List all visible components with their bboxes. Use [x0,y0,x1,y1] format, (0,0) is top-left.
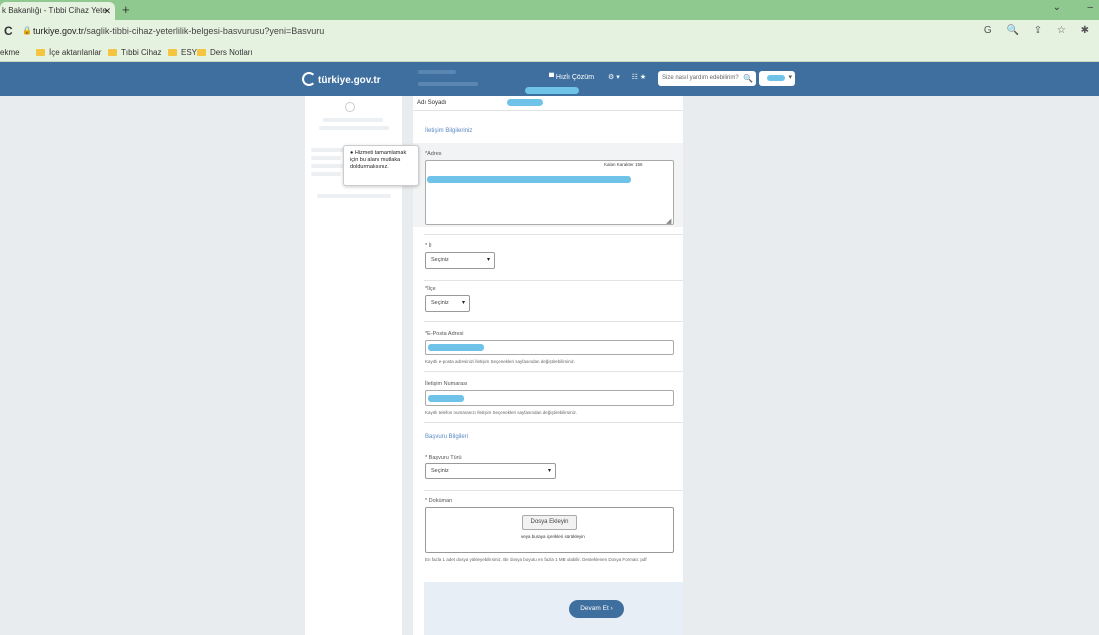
address-value-redacted [427,176,631,183]
logo-icon [302,72,316,86]
divider [424,490,683,491]
folder-icon [197,49,206,56]
bookmark-item[interactable]: Tıbbi Cihaz [108,48,161,57]
redacted-header-info [525,87,579,94]
header-nav: ▀ Hızlı Çözüm ⚙ ▾ ☷ ★ [549,73,646,81]
new-tab-icon[interactable]: + [122,1,130,19]
chevron-down-icon[interactable]: ⌄ [1053,2,1061,13]
chevron-down-icon: ▾ [486,257,490,263]
address-label: *Adres [425,151,442,157]
folder-icon [108,49,117,56]
lock-icon: 🔒 [22,26,32,35]
header-search-input[interactable]: Size nasıl yardım edebilirim? 🔍 [658,71,756,86]
add-file-button[interactable]: Dosya Ekleyin [522,515,577,530]
minimize-icon[interactable]: – [1087,2,1093,13]
phone-hint: Kayıtlı telefon numaranızı İletişim Seçe… [425,410,578,415]
city-label: * İl [425,243,432,249]
site-logo[interactable]: türkiye.gov.tr [302,72,381,86]
url-host: turkiye.gov.tr [33,26,84,36]
tab-title: k Bakanlığı - Tıbbi Cihaz Yete [2,6,107,15]
folder-icon [36,49,45,56]
user-menu[interactable]: ▾ [759,71,795,86]
email-label: *E-Posta Adresi [425,331,464,337]
chevron-down-icon: ▾ [788,74,792,81]
continue-button[interactable]: Devam Et › [569,600,624,618]
divider [413,110,683,111]
bookmark-item[interactable]: Ders Notları [197,48,253,57]
app-type-select[interactable]: Seçiniz ▾ [425,463,556,479]
chevron-down-icon: ▾ [461,300,465,306]
name-value-redacted [507,99,543,106]
phone-value-redacted [428,395,464,402]
resize-handle-icon[interactable]: ◢ [666,217,671,225]
browser-tab[interactable]: k Bakanlığı - Tıbbi Cihaz Yete ✕ [0,2,115,20]
quick-solution-link[interactable]: ▀ Hızlı Çözüm [549,74,594,81]
district-select[interactable]: Seçiniz ▾ [425,295,470,312]
email-hint: Kayıtlı e-posta adresinizi İletişim Seçe… [425,359,576,364]
required-field-tooltip: ● Hizmeti tamamlamak için bu alanı mutla… [343,145,419,186]
divider [424,234,683,235]
bookmarks-bar: ekme İçe aktarılanlar Tıbbi Cihaz ESY De… [0,44,1099,62]
url-path: /saglik-tibbi-cihaz-yeterlilik-belgesi-b… [83,26,325,36]
contact-section-title: İletişim Bilgileriniz [425,128,473,134]
bookmark-item[interactable]: İçe aktarılanlar [36,48,101,57]
divider [424,280,683,281]
info-icon [345,102,355,112]
phone-label: İletişim Numarası [425,381,468,387]
file-hint: En fazla 1 adet dosya yükleyebilirsiniz.… [425,557,647,562]
tools-menu[interactable]: ⚙ ▾ [608,74,620,81]
file-drop-zone[interactable] [425,507,674,553]
address-bar: C 🔒 turkiye.gov.tr/saglik-tibbi-cihaz-ye… [0,20,1099,44]
name-label: Adı Soyadı [417,100,447,106]
city-select[interactable]: Seçiniz ▾ [425,252,495,269]
app-type-label: * Başvuru Türü [425,455,462,461]
email-value-redacted [428,344,484,351]
search-icon[interactable]: 🔍 [743,71,753,86]
browser-tab-bar: k Bakanlığı - Tıbbi Cihaz Yete ✕ + ⌄ – [0,0,1099,20]
bookmark-item[interactable]: ekme [0,48,20,57]
browser-action-icons[interactable]: G 🔍 ⇪ ☆ ✱ [984,25,1095,36]
submit-band [424,582,683,635]
divider [424,321,683,322]
url-field[interactable]: turkiye.gov.tr/saglik-tibbi-cihaz-yeterl… [33,26,324,36]
user-name-redacted [767,75,785,81]
drop-text: veya buraya içerikleri sürükleyin [521,534,585,539]
divider [424,371,683,372]
chevron-down-icon: ▾ [547,468,551,474]
folder-icon [168,49,177,56]
divider [424,422,683,423]
address-textarea[interactable] [425,160,674,225]
address-char-counter: Kalan Karakter 156 [604,162,643,167]
apps-menu[interactable]: ☷ ★ [632,74,647,81]
reload-icon[interactable]: C [4,24,13,38]
application-section-title: Başvuru Bilgileri [425,434,469,440]
close-icon[interactable]: ✕ [103,2,111,20]
site-header: türkiye.gov.tr ▀ Hızlı Çözüm ⚙ ▾ ☷ ★ Siz… [0,62,1099,96]
district-label: *İlçe [425,286,436,292]
document-label: * Doküman [425,498,453,504]
header-faint-text [418,67,478,86]
bookmark-item[interactable]: ESY [168,48,197,57]
